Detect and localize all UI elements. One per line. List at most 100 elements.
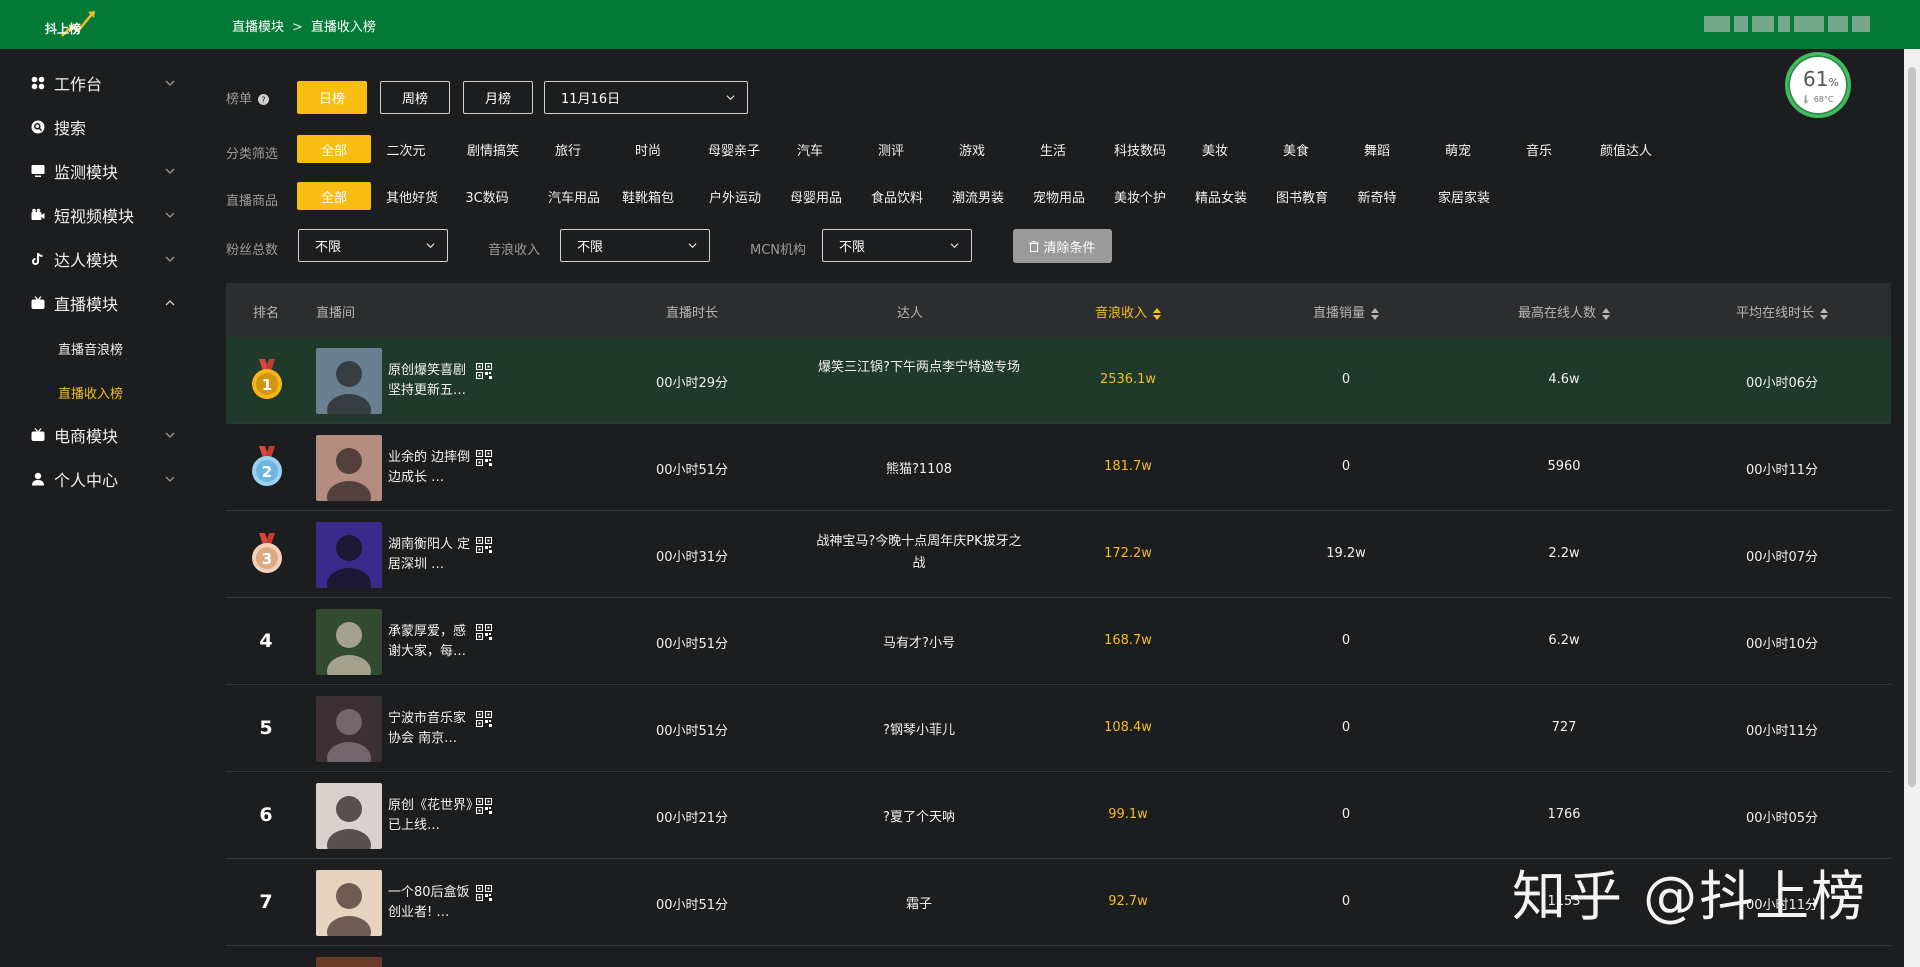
goods-chip[interactable]: 全部 xyxy=(297,182,371,210)
table-row[interactable]: 5 宁波市音乐家协会 南京… 00小时51分 ?钢琴小菲儿 108.4w 0 727 00小时… xyxy=(226,685,1891,772)
room-name[interactable]: 原创爆笑喜剧 坚持更新五… xyxy=(388,361,478,401)
talent-cell[interactable]: 马有才?小号 xyxy=(814,633,1024,655)
talent-cell[interactable]: ?夏了个天呐 xyxy=(814,807,1024,829)
avatar[interactable] xyxy=(316,348,382,414)
room-name[interactable]: 宁波市音乐家协会 南京… xyxy=(388,709,478,749)
goods-chip[interactable]: 鞋靴箱包 xyxy=(616,182,680,210)
talent-cell[interactable]: 熊猫?1108 xyxy=(814,459,1024,481)
sidebar-item-monitor[interactable]: 监测模块 xyxy=(0,149,197,193)
sidebar-item-workbench[interactable]: 工作台 xyxy=(0,61,197,105)
goods-chip[interactable]: 户外运动 xyxy=(697,182,773,210)
room-name[interactable]: 一个80后盒饭创业者! … xyxy=(388,883,478,923)
category-chip[interactable]: 颜值达人 xyxy=(1588,135,1664,163)
talent-cell[interactable]: 战神宝马?今晚十点周年庆PK拔牙之战 xyxy=(814,531,1024,575)
sort-icon[interactable] xyxy=(1371,307,1380,320)
table-row[interactable] xyxy=(316,957,382,967)
sidebar-item-short-video[interactable]: 短视频模块 xyxy=(0,193,197,237)
avatar[interactable] xyxy=(316,696,382,762)
avatar[interactable] xyxy=(316,609,382,675)
talent-cell[interactable]: 爆笑三江锅?下午两点李宁特邀专场 xyxy=(814,357,1024,379)
category-chip[interactable]: 萌宠 xyxy=(1426,135,1490,163)
sidebar-item-talent[interactable]: 达人模块 xyxy=(0,237,197,281)
category-chip[interactable]: 游戏 xyxy=(940,135,1004,163)
header-label: 达人 xyxy=(896,306,924,321)
goods-chip[interactable]: 食品饮料 xyxy=(859,182,935,210)
talent-cell[interactable]: 霜子 xyxy=(814,894,1024,916)
scrollbar-thumb[interactable] xyxy=(1908,67,1916,787)
sort-icon[interactable] xyxy=(1153,307,1162,320)
table-row[interactable]: 6 原创《花世界》已上线… 00小时21分 ?夏了个天呐 99.1w 0 1766 00小时0… xyxy=(226,772,1891,859)
avatar[interactable] xyxy=(316,783,382,849)
sidebar-item-ecommerce[interactable]: 电商模块 xyxy=(0,413,197,457)
sidebar-item-search[interactable]: 搜索 xyxy=(0,105,197,149)
category-chip[interactable]: 音乐 xyxy=(1507,135,1571,163)
category-chip[interactable]: 全部 xyxy=(297,135,371,163)
category-chip[interactable]: 科技数码 xyxy=(1102,135,1178,163)
avatar[interactable] xyxy=(316,522,382,588)
help-icon[interactable]: ? xyxy=(258,94,270,105)
goods-chip[interactable]: 精品女装 xyxy=(1183,182,1259,210)
qr-code-icon[interactable] xyxy=(476,711,492,727)
sort-icon[interactable] xyxy=(1820,307,1829,320)
goods-chip[interactable]: 图书教育 xyxy=(1264,182,1340,210)
goods-chip[interactable]: 3C数码 xyxy=(455,182,519,210)
table-row[interactable]: 3 湖南衡阳人 定居深圳 … 00小时31分 战神宝马?今晚十点周年庆PK拔牙之战 17… xyxy=(226,511,1891,598)
category-chip[interactable]: 舞蹈 xyxy=(1345,135,1409,163)
user-info-blurred[interactable] xyxy=(1704,16,1874,32)
tab-monthly[interactable]: 月榜 xyxy=(463,81,533,114)
talent-cell[interactable]: ?钢琴小菲儿 xyxy=(814,720,1024,742)
goods-chip[interactable]: 母婴用品 xyxy=(778,182,854,210)
sidebar-subitem-live-sound-wave[interactable]: 直播音浪榜 xyxy=(58,339,123,358)
category-chip[interactable]: 汽车 xyxy=(778,135,842,163)
category-chip[interactable]: 生活 xyxy=(1021,135,1085,163)
goods-chip[interactable]: 宠物用品 xyxy=(1021,182,1097,210)
page-scrollbar[interactable] xyxy=(1904,49,1920,967)
sidebar-item-live[interactable]: 直播模块 xyxy=(0,281,197,325)
performance-gauge[interactable]: 61% 🌡 68°C xyxy=(1785,52,1851,118)
header-income[interactable]: 音浪收入 xyxy=(1095,302,1162,321)
sidebar-item-profile[interactable]: 个人中心 xyxy=(0,457,197,501)
category-chip[interactable]: 剧情搞笑 xyxy=(455,135,531,163)
header-max-online[interactable]: 最高在线人数 xyxy=(1518,302,1611,321)
header-sales[interactable]: 直播销量 xyxy=(1313,302,1380,321)
category-chip[interactable]: 二次元 xyxy=(374,135,438,163)
sidebar-subitem-live-income[interactable]: 直播收入榜 xyxy=(58,383,123,402)
avatar[interactable] xyxy=(316,435,382,501)
room-name[interactable]: 湖南衡阳人 定居深圳 … xyxy=(388,535,478,575)
goods-chip[interactable]: 潮流男装 xyxy=(940,182,1016,210)
category-chip[interactable]: 美妆 xyxy=(1183,135,1247,163)
header-avg-online[interactable]: 平均在线时长 xyxy=(1736,302,1829,321)
income-select[interactable]: 不限 xyxy=(560,229,710,262)
goods-chip[interactable]: 其他好货 xyxy=(374,182,450,210)
room-name[interactable]: 承蒙厚爱，感谢大家，每… xyxy=(388,622,478,662)
clear-filters-button[interactable]: 清除条件 xyxy=(1013,229,1112,263)
goods-chip[interactable]: 汽车用品 xyxy=(536,182,612,210)
room-name[interactable]: 原创《花世界》已上线… xyxy=(388,796,478,836)
avatar[interactable] xyxy=(316,870,382,936)
qr-code-icon[interactable] xyxy=(476,450,492,466)
sort-icon[interactable] xyxy=(1602,307,1611,320)
date-select[interactable]: 11月16日 xyxy=(544,81,748,114)
table-row[interactable]: 1 原创爆笑喜剧 坚持更新五… 00小时29分 爆笑三江锅?下午两点李宁特邀专场 253… xyxy=(226,337,1891,424)
category-chip[interactable]: 测评 xyxy=(859,135,923,163)
breadcrumb-item-live-module[interactable]: 直播模块 xyxy=(232,20,284,35)
goods-chip[interactable]: 美妆个护 xyxy=(1102,182,1178,210)
category-chip[interactable]: 时尚 xyxy=(616,135,680,163)
mcn-select[interactable]: 不限 xyxy=(822,229,972,262)
qr-code-icon[interactable] xyxy=(476,798,492,814)
category-chip[interactable]: 母婴亲子 xyxy=(697,135,771,163)
fans-select[interactable]: 不限 xyxy=(298,229,448,262)
goods-chip[interactable]: 家居家装 xyxy=(1426,182,1502,210)
qr-code-icon[interactable] xyxy=(476,537,492,553)
category-chip[interactable]: 美食 xyxy=(1264,135,1328,163)
tab-daily[interactable]: 日榜 xyxy=(297,81,367,114)
qr-code-icon[interactable] xyxy=(476,624,492,640)
category-chip[interactable]: 旅行 xyxy=(536,135,600,163)
table-row[interactable]: 4 承蒙厚爱，感谢大家，每… 00小时51分 马有才?小号 168.7w 0 6.2w 00小… xyxy=(226,598,1891,685)
goods-chip[interactable]: 新奇特 xyxy=(1345,182,1409,210)
qr-code-icon[interactable] xyxy=(476,363,492,379)
table-row[interactable]: 2 业余的 边摔倒边成长 … 00小时51分 熊猫?1108 181.7w 0 5960 00… xyxy=(226,424,1891,511)
qr-code-icon[interactable] xyxy=(476,885,492,901)
tab-weekly[interactable]: 周榜 xyxy=(380,81,450,114)
room-name[interactable]: 业余的 边摔倒边成长 … xyxy=(388,448,478,488)
